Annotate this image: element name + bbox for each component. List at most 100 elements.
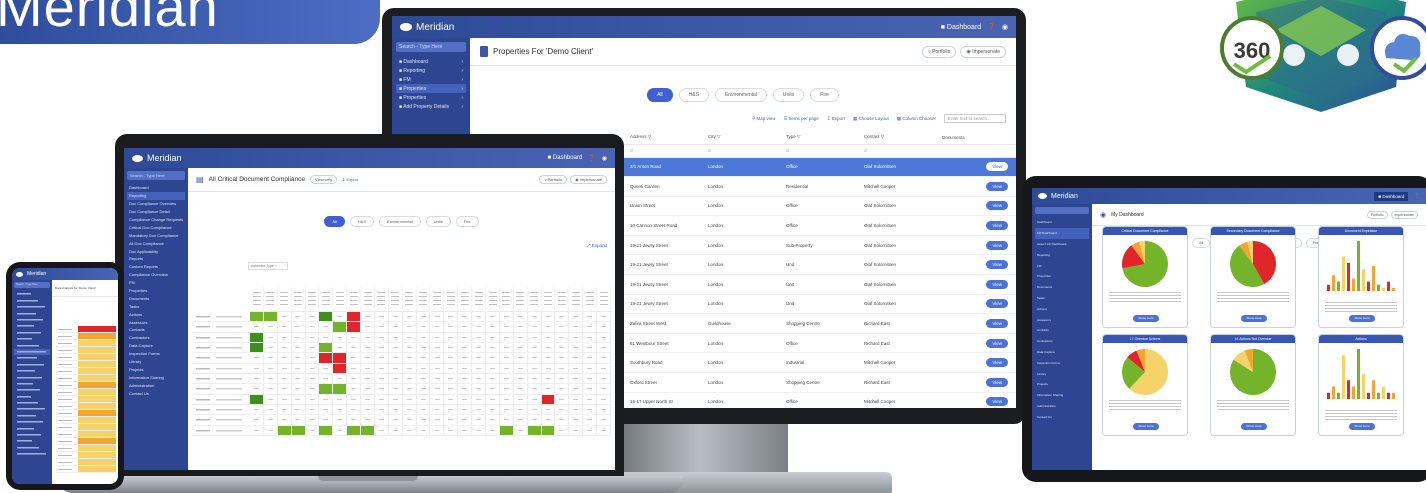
grid-cell[interactable] bbox=[291, 425, 306, 436]
grid-cell[interactable] bbox=[402, 363, 417, 374]
grid-cell[interactable] bbox=[416, 415, 431, 426]
grid-cell[interactable] bbox=[583, 332, 598, 343]
column-header[interactable]: Type ▽ bbox=[782, 131, 860, 144]
sidebar-item[interactable]: Information Sharing bbox=[1035, 390, 1089, 401]
sidebar-item[interactable]: Library bbox=[127, 358, 185, 366]
grid-cell[interactable] bbox=[416, 405, 431, 416]
grid-cell[interactable] bbox=[333, 394, 348, 405]
grid-column-header[interactable] bbox=[319, 286, 334, 312]
grid-column-header[interactable] bbox=[541, 286, 556, 312]
grid-cell[interactable] bbox=[416, 394, 431, 405]
grid-cell[interactable] bbox=[291, 405, 306, 416]
grid-cell[interactable] bbox=[597, 363, 611, 374]
grid-cell[interactable] bbox=[388, 353, 403, 364]
help-icon[interactable]: ❓ bbox=[1414, 193, 1420, 199]
sidebar-item[interactable]: Reporting bbox=[127, 191, 185, 200]
grid-cell[interactable] bbox=[347, 312, 362, 323]
grid-cell[interactable] bbox=[402, 405, 417, 416]
grid-cell[interactable] bbox=[527, 374, 542, 385]
grid-cell[interactable] bbox=[583, 384, 598, 395]
grid-cell[interactable] bbox=[347, 322, 362, 333]
grid-cell[interactable] bbox=[597, 343, 611, 354]
grid-cell[interactable] bbox=[569, 384, 584, 395]
grid-cell[interactable] bbox=[541, 425, 556, 436]
grid-cell[interactable] bbox=[305, 394, 320, 405]
grid-cell[interactable] bbox=[430, 353, 445, 364]
portfolio-button[interactable]: ▿ Portfolio bbox=[922, 45, 957, 58]
grid-column-header[interactable] bbox=[569, 286, 584, 312]
sidebar-item[interactable]: Projects bbox=[127, 365, 185, 373]
grid-cell[interactable] bbox=[583, 405, 598, 416]
grid-cell[interactable] bbox=[458, 394, 473, 405]
grid-cell[interactable] bbox=[388, 384, 403, 395]
expand-button[interactable]: ⤢ Expand bbox=[188, 243, 607, 248]
grid-cell[interactable] bbox=[513, 353, 528, 364]
grid-cell[interactable] bbox=[527, 332, 542, 343]
grid-column-header[interactable] bbox=[291, 286, 306, 312]
grid-cell[interactable] bbox=[527, 405, 542, 416]
grid-cell[interactable] bbox=[486, 384, 500, 395]
grid-cell[interactable] bbox=[347, 353, 362, 364]
view-button[interactable]: View bbox=[986, 338, 1008, 348]
grid-cell[interactable] bbox=[513, 343, 528, 354]
grid-cell[interactable] bbox=[541, 394, 556, 405]
grid-cell[interactable] bbox=[277, 322, 292, 333]
table-row[interactable] bbox=[56, 424, 116, 431]
table-row[interactable] bbox=[56, 375, 116, 382]
sidebar-item[interactable]: Documents bbox=[1035, 282, 1089, 293]
grid-cell[interactable] bbox=[555, 384, 570, 395]
grid-cell[interactable] bbox=[527, 425, 542, 436]
table-row[interactable] bbox=[56, 445, 116, 452]
table-row[interactable] bbox=[56, 361, 116, 368]
grid-cell[interactable] bbox=[277, 343, 292, 354]
grid-cell[interactable] bbox=[416, 363, 431, 374]
grid-cell[interactable] bbox=[597, 374, 611, 385]
grid-cell[interactable] bbox=[541, 415, 556, 426]
grid-cell[interactable] bbox=[305, 343, 320, 354]
grid-cell[interactable] bbox=[263, 332, 278, 343]
sidebar-item[interactable]: Doc Compliance Overview bbox=[127, 200, 185, 208]
impersonate-button[interactable]: ◉ Impersonate bbox=[960, 45, 1006, 58]
show-more-button[interactable]: Show more bbox=[1241, 423, 1267, 430]
sidebar-item[interactable]: Projects bbox=[1035, 379, 1089, 390]
grid-cell[interactable] bbox=[499, 405, 514, 416]
view-button[interactable]: View bbox=[986, 299, 1008, 309]
grid-cell[interactable] bbox=[569, 363, 584, 374]
table-row[interactable] bbox=[56, 396, 116, 403]
grid-cell[interactable] bbox=[250, 405, 264, 416]
tab-fire[interactable]: Fire bbox=[455, 216, 479, 227]
sidebar-item[interactable]: Actions bbox=[127, 310, 185, 318]
grid-cell[interactable] bbox=[402, 353, 417, 364]
grid-cell[interactable] bbox=[597, 312, 611, 323]
grid-cell[interactable] bbox=[361, 374, 375, 385]
grid-cell[interactable] bbox=[444, 312, 459, 323]
show-more-button[interactable]: Show more bbox=[1349, 423, 1375, 430]
grid-column-header[interactable] bbox=[513, 286, 528, 312]
view-button[interactable]: View bbox=[986, 260, 1008, 270]
sidebar-item[interactable]: Information Sharing bbox=[127, 373, 185, 381]
grid-cell[interactable] bbox=[430, 332, 445, 343]
grid-cell[interactable] bbox=[361, 415, 375, 426]
sidebar-item[interactable]: FM Dashboard bbox=[1035, 227, 1089, 239]
grid-cell[interactable] bbox=[361, 353, 375, 364]
grid-cell[interactable] bbox=[430, 312, 445, 323]
grid-cell[interactable] bbox=[583, 415, 598, 426]
grid-cell[interactable] bbox=[388, 363, 403, 374]
filter-icon[interactable]: ☌ bbox=[860, 144, 938, 157]
grid-cell[interactable] bbox=[402, 374, 417, 385]
grid-cell[interactable] bbox=[444, 394, 459, 405]
grid-cell[interactable] bbox=[541, 384, 556, 395]
grid-cell[interactable] bbox=[388, 394, 403, 405]
grid-cell[interactable] bbox=[513, 374, 528, 385]
grid-cell[interactable] bbox=[291, 332, 306, 343]
sidebar-item[interactable]: Dashboard bbox=[127, 184, 185, 192]
grid-cell[interactable] bbox=[486, 405, 500, 416]
column-header[interactable]: Contact ▽ bbox=[860, 131, 938, 144]
grid-cell[interactable] bbox=[277, 394, 292, 405]
tab-units[interactable]: Units bbox=[425, 216, 451, 227]
grid-cell[interactable] bbox=[319, 394, 334, 405]
grid-cell[interactable] bbox=[305, 363, 320, 374]
grid-cell[interactable] bbox=[458, 405, 473, 416]
sidebar-item[interactable]: Asset Link Dashboard bbox=[1035, 239, 1089, 250]
grid-cell[interactable] bbox=[416, 322, 431, 333]
